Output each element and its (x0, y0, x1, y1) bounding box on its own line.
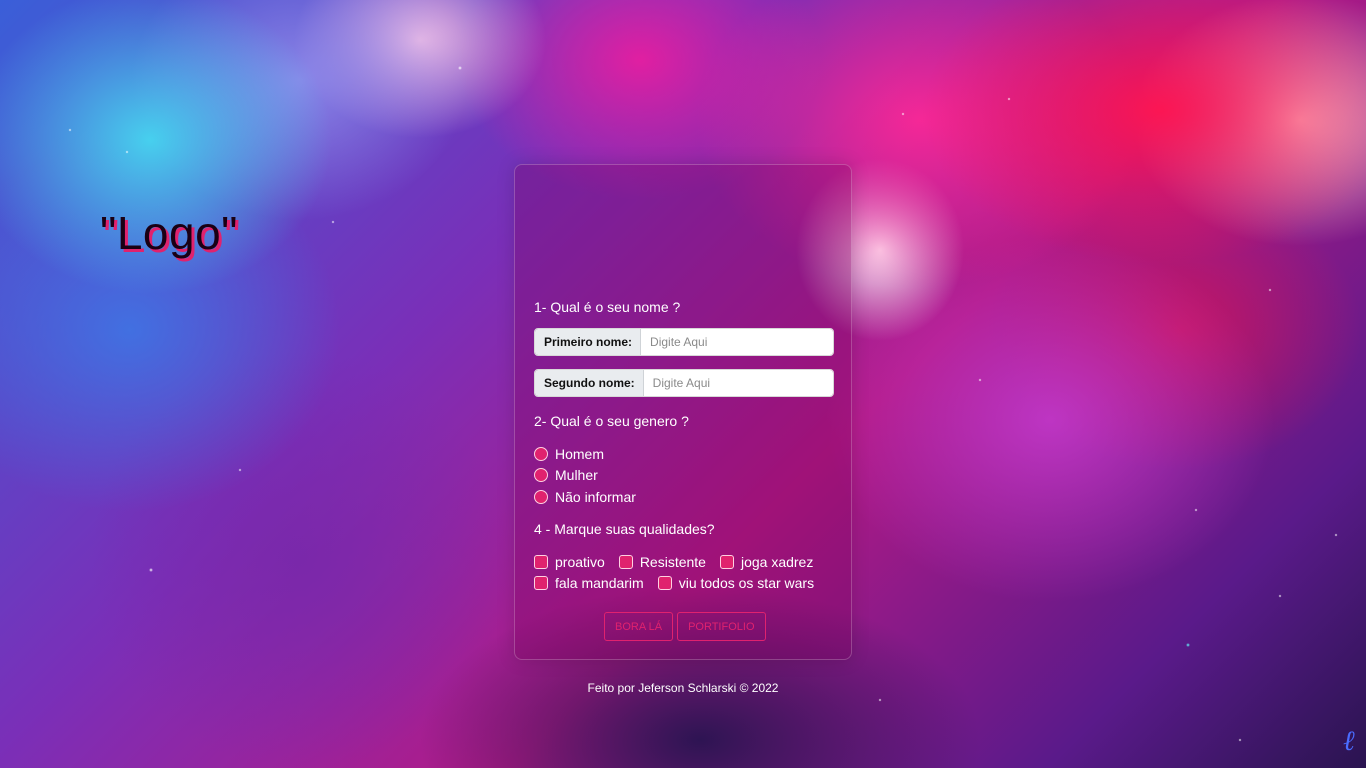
question-gender: 2- Qual é o seu genero ? (534, 413, 689, 429)
second-name-group: Segundo nome: (534, 369, 834, 397)
button-row: BORA LÁ PORTIFOLIO (604, 612, 766, 641)
question-name: 1- Qual é o seu nome ? (534, 299, 681, 315)
quality-label: joga xadrez (740, 554, 814, 570)
first-name-label: Primeiro nome: (535, 329, 642, 355)
checkbox-icon[interactable] (719, 555, 734, 569)
portfolio-button[interactable]: PORTIFOLIO (677, 612, 766, 641)
quality-fala-mandarim[interactable]: fala mandarim (534, 575, 644, 591)
checkbox-icon[interactable] (534, 576, 548, 590)
radio-icon[interactable] (534, 490, 548, 504)
checkbox-icon[interactable] (618, 555, 633, 569)
qualities-row-2: fala mandarim viu todos os star wars (534, 575, 828, 591)
form-card: 1- Qual é o seu nome ? Primeiro nome: Se… (514, 164, 852, 660)
gender-label: Homem (555, 446, 605, 462)
checkbox-icon[interactable] (657, 576, 672, 590)
gender-label: Mulher (555, 467, 598, 483)
first-name-input[interactable] (641, 329, 833, 355)
gender-option-nao-informar[interactable]: Não informar (534, 489, 636, 505)
gender-option-homem[interactable]: Homem (534, 446, 604, 462)
first-name-group: Primeiro nome: (534, 328, 834, 356)
second-name-label: Segundo nome: (535, 370, 644, 396)
footer-credit: Feito por Jeferson Schlarski © 2022 (587, 681, 779, 695)
quality-proativo[interactable]: proativo (534, 554, 605, 570)
radio-icon[interactable] (534, 447, 548, 461)
gender-label: Não informar (555, 489, 636, 505)
qualities-row-1: proativo Resistente joga xadrez (534, 554, 827, 570)
question-qualities: 4 - Marque suas qualidades? (534, 521, 715, 537)
quality-label: proativo (555, 554, 605, 570)
quality-label: fala mandarim (555, 575, 644, 591)
quality-label: viu todos os star wars (678, 575, 815, 591)
logo: "Logo" (100, 207, 238, 259)
quality-joga-xadrez[interactable]: joga xadrez (719, 554, 814, 570)
checkbox-icon[interactable] (534, 555, 548, 569)
gender-option-mulher[interactable]: Mulher (534, 467, 598, 483)
bora-la-button[interactable]: BORA LÁ (604, 612, 674, 641)
signature-icon: ℓ (1343, 724, 1355, 757)
quality-star-wars[interactable]: viu todos os star wars (657, 575, 815, 591)
quality-resistente[interactable]: Resistente (618, 554, 706, 570)
second-name-input[interactable] (643, 370, 833, 396)
radio-icon[interactable] (534, 468, 548, 482)
quality-label: Resistente (639, 554, 706, 570)
